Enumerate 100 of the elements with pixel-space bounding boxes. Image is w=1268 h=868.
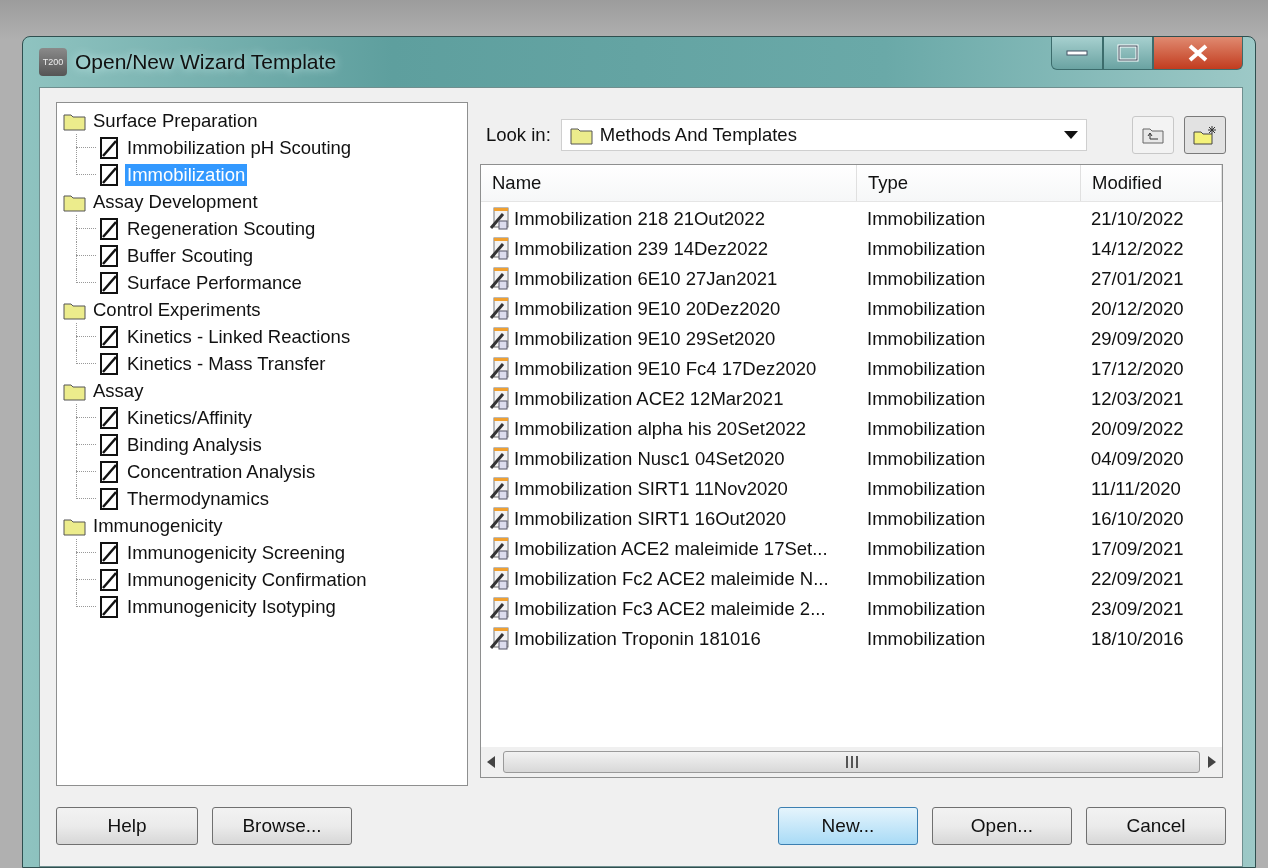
tree-item[interactable]: Immunogenicity Isotyping <box>125 595 338 618</box>
file-type: Immobilization <box>866 298 987 320</box>
file-name[interactable]: Imobilization Troponin 181016 <box>514 628 761 650</box>
file-name[interactable]: Immobilization 9E10 Fc4 17Dez2020 <box>514 358 817 380</box>
column-header[interactable]: Type <box>857 165 1081 201</box>
tree-item[interactable]: Kinetics/Affinity <box>125 406 255 429</box>
tree-item[interactable]: Concentration Analysis <box>125 460 318 483</box>
file-type: Immobilization <box>866 208 987 230</box>
file-date: 20/09/2022 <box>1090 418 1185 440</box>
new-folder-icon <box>1192 124 1218 146</box>
file-icon <box>489 597 511 621</box>
file-date: 12/03/2021 <box>1090 388 1185 410</box>
file-name[interactable]: Immobilization 9E10 20Dez2020 <box>514 298 781 320</box>
file-icon <box>489 387 511 411</box>
new-folder-button[interactable] <box>1184 116 1226 154</box>
file-name[interactable]: Imobilization Fc2 ACE2 maleimide N... <box>514 568 829 590</box>
file-type: Immobilization <box>866 328 987 350</box>
tree-item[interactable]: Assay Development <box>91 190 260 213</box>
file-type: Immobilization <box>866 238 987 260</box>
tree-item[interactable]: Immunogenicity <box>91 514 225 537</box>
file-name[interactable]: Imobilization Fc3 ACE2 maleimide 2... <box>514 598 826 620</box>
template-icon <box>99 567 121 592</box>
scroll-thumb[interactable] <box>503 751 1200 773</box>
tree-item[interactable]: Immunogenicity Confirmation <box>125 568 369 591</box>
tree-item[interactable]: Kinetics - Linked Reactions <box>125 325 353 348</box>
file-icon <box>489 507 511 531</box>
template-icon <box>99 216 121 241</box>
file-date: 22/09/2021 <box>1090 568 1185 590</box>
close-button[interactable] <box>1153 37 1243 70</box>
file-date: 04/09/2020 <box>1090 448 1185 470</box>
file-type: Immobilization <box>866 388 987 410</box>
up-folder-button[interactable] <box>1132 116 1174 154</box>
file-name[interactable]: Immobilization 9E10 29Set2020 <box>514 328 776 350</box>
file-type: Immobilization <box>866 268 987 290</box>
file-date: 14/12/2022 <box>1090 238 1185 260</box>
file-type: Immobilization <box>866 358 987 380</box>
template-icon <box>99 405 121 430</box>
template-icon <box>99 135 121 160</box>
file-name[interactable]: Immobilization 6E10 27Jan2021 <box>514 268 778 290</box>
file-icon <box>489 537 511 561</box>
dialog-button[interactable]: Help <box>56 807 198 845</box>
file-name[interactable]: Immobilization ACE2 12Mar2021 <box>514 388 784 410</box>
column-header[interactable]: Modified <box>1081 165 1222 201</box>
maximize-button[interactable] <box>1103 37 1153 70</box>
caret-icon <box>1063 131 1078 139</box>
look-in-dropdown[interactable]: Methods And Templates <box>560 119 1087 151</box>
file-name[interactable]: Immobilization alpha his 20Set2022 <box>514 418 807 440</box>
window-title: Open/New Wizard Template <box>75 50 337 74</box>
file-icon <box>489 327 511 351</box>
file-name[interactable]: Immobilization 218 21Out2022 <box>514 208 765 230</box>
minimize-button[interactable] <box>1051 37 1103 70</box>
file-type: Immobilization <box>866 508 987 530</box>
dialog-button[interactable]: New... <box>778 807 918 845</box>
app-icon: T200 <box>39 48 67 76</box>
file-icon <box>489 297 511 321</box>
file-date: 21/10/2022 <box>1090 208 1185 230</box>
tree-item[interactable]: Immunogenicity Screening <box>125 541 347 564</box>
tree-item[interactable]: Control Experiments <box>91 298 263 321</box>
template-icon <box>99 162 121 187</box>
file-name[interactable]: Immobilization Nusc1 04Set2020 <box>514 448 785 470</box>
file-name[interactable]: Imobilization ACE2 maleimide 17Set... <box>514 538 828 560</box>
dialog-button[interactable]: Open... <box>932 807 1072 845</box>
file-icon <box>489 207 511 231</box>
file-type: Immobilization <box>866 568 987 590</box>
tree-item[interactable]: Surface Performance <box>125 271 304 294</box>
file-icon <box>489 567 511 591</box>
file-name[interactable]: Immobilization SIRT1 11Nov2020 <box>514 478 788 500</box>
template-icon <box>99 243 121 268</box>
dialog-button[interactable]: Browse... <box>212 807 352 845</box>
column-header[interactable]: Name <box>481 165 857 201</box>
file-type: Immobilization <box>866 628 987 650</box>
template-icon <box>99 594 121 619</box>
template-icon <box>99 486 121 511</box>
file-name[interactable]: Immobilization 239 14Dez2022 <box>514 238 768 260</box>
file-icon <box>489 417 511 441</box>
dialog-button[interactable]: Cancel <box>1086 807 1226 845</box>
maximize-icon <box>1117 44 1139 62</box>
tree-item[interactable]: Surface Preparation <box>91 109 260 132</box>
file-type: Immobilization <box>866 538 987 560</box>
file-type: Immobilization <box>866 448 987 470</box>
tree-item[interactable]: Kinetics - Mass Transfer <box>125 352 328 375</box>
file-date: 11/11/2020 <box>1090 478 1182 500</box>
template-icon <box>99 459 121 484</box>
file-name[interactable]: Immobilization SIRT1 16Out2020 <box>514 508 787 530</box>
tree-item[interactable]: Binding Analysis <box>125 433 264 456</box>
file-icon <box>489 627 511 651</box>
tree-item[interactable]: Regeneration Scouting <box>125 217 318 240</box>
file-icon <box>489 477 511 501</box>
scroll-right-icon[interactable] <box>1208 756 1216 768</box>
file-type: Immobilization <box>866 418 987 440</box>
tree-item[interactable]: Immobilization pH Scouting <box>125 136 354 159</box>
scroll-left-icon[interactable] <box>487 756 495 768</box>
tree-item[interactable]: Assay <box>91 379 146 402</box>
tree-item[interactable]: Buffer Scouting <box>125 244 256 267</box>
file-icon <box>489 447 511 471</box>
file-date: 18/10/2016 <box>1090 628 1185 650</box>
file-date: 23/09/2021 <box>1090 598 1185 620</box>
horizontal-scrollbar[interactable] <box>481 747 1222 777</box>
file-type: Immobilization <box>866 478 987 500</box>
tree-item[interactable]: Thermodynamics <box>125 487 271 510</box>
